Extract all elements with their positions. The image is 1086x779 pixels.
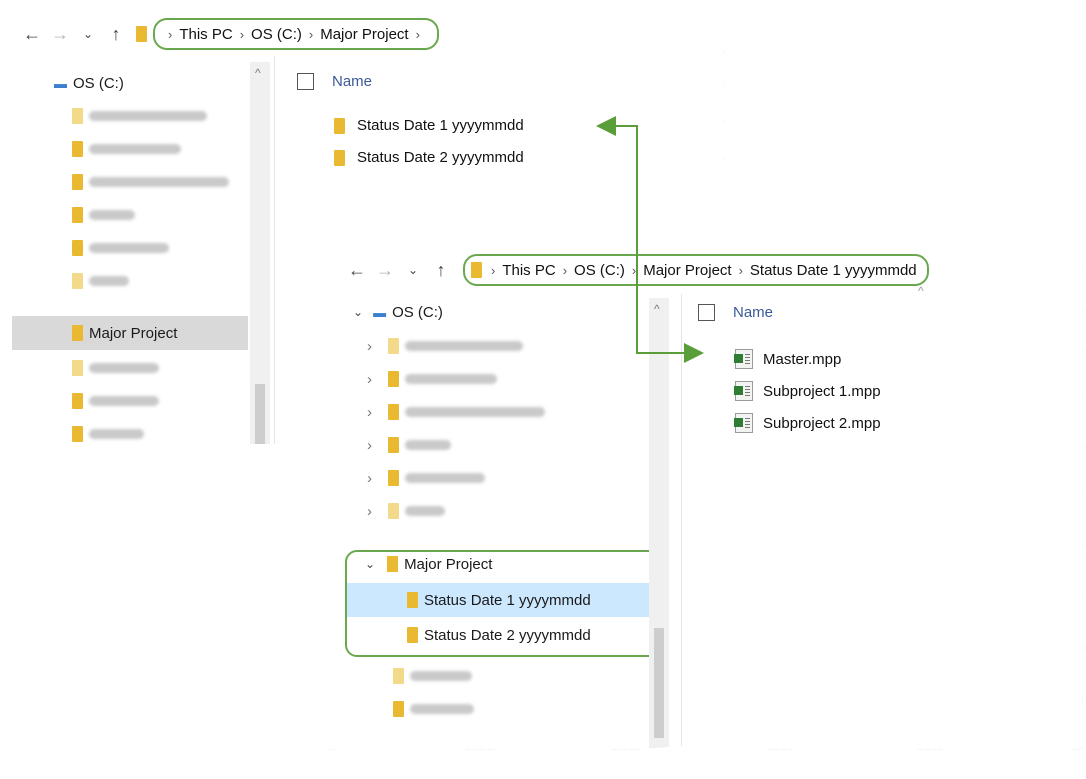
connector-arrow — [596, 116, 704, 363]
connector-line — [596, 116, 704, 363]
